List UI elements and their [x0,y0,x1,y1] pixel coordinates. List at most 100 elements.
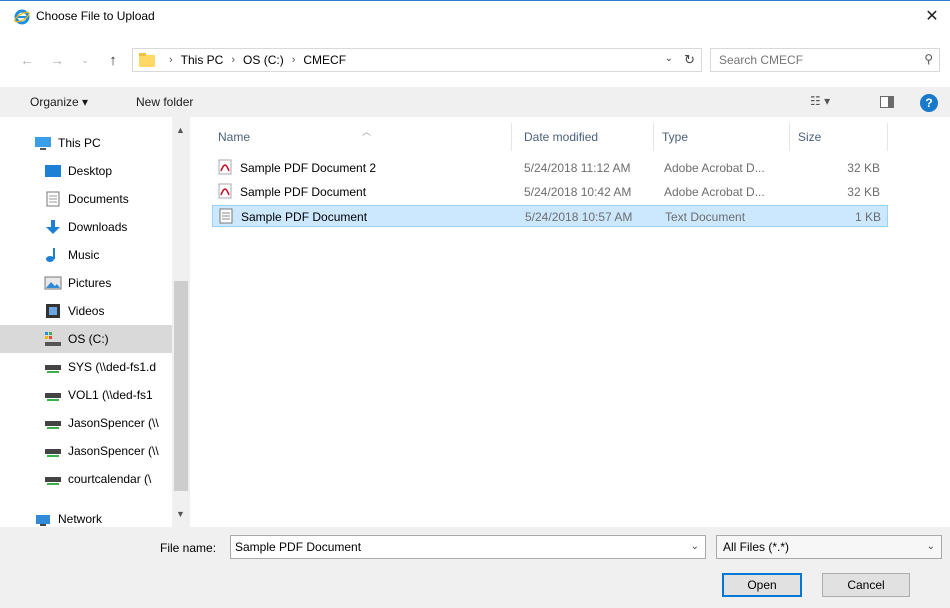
organize-button[interactable]: Organize ▾ [30,95,88,109]
breadcrumb-os-c[interactable]: OS (C:) [243,53,284,67]
nav-item-label: Pictures [68,276,112,290]
search-input[interactable] [719,52,909,68]
new-folder-button[interactable]: New folder [136,95,193,109]
nav-item-pictures[interactable]: Pictures [44,269,190,297]
nav-item-music[interactable]: Music [44,241,190,269]
file-name-input[interactable] [235,539,675,555]
nav-item-network-drive[interactable]: SYS (\\ded-fs1.d [44,353,172,381]
breadcrumb-this-pc[interactable]: This PC [181,53,224,67]
up-button[interactable]: ↑ [104,51,122,69]
navigation-pane: This PC Desktop Documents Downloads Musi… [0,117,190,527]
close-icon: ✕ [925,8,939,25]
forward-button[interactable]: → [48,51,66,69]
file-type: Adobe Acrobat D... [664,161,765,175]
nav-item-network[interactable]: Network [34,505,190,527]
network-icon [36,515,50,526]
pdf-icon [218,183,232,199]
pictures-icon [44,276,62,290]
network-drive-icon [45,393,61,401]
back-button[interactable]: ← [18,51,36,69]
chevron-down-icon: ⌄ [926,541,935,552]
nav-item-network-drive[interactable]: VOL1 (\\ded-fs1 [44,381,172,409]
nav-item-documents[interactable]: Documents [44,185,190,213]
breadcrumb-separator-icon: › [169,54,173,66]
nav-item-label: Documents [68,192,129,206]
file-row[interactable]: Sample PDF Document 5/24/2018 10:42 AM A… [212,181,888,203]
column-header-label: Date modified [524,130,599,144]
open-button[interactable]: Open [722,573,802,597]
file-date: 5/24/2018 11:12 AM [524,161,631,175]
scrollbar-thumb[interactable] [174,281,188,491]
nav-item-label: Music [68,248,100,262]
file-date: 5/24/2018 10:57 AM [525,210,633,224]
column-header-name[interactable]: Name ︿ [212,123,512,151]
column-header-type[interactable]: Type [656,123,790,151]
address-bar[interactable]: › This PC › OS (C:) › CMECF ⌄ ↻ [132,48,702,72]
nav-item-label: courtcalendar (\ [68,472,152,486]
breadcrumb-separator-icon: › [231,54,236,66]
command-bar: Organize ▾ New folder ☷ ▾ ? [0,87,950,117]
close-button[interactable]: ✕ [914,1,950,31]
column-header-date[interactable]: Date modified [518,123,654,151]
search-box[interactable]: ⚲ [710,48,940,72]
refresh-icon[interactable]: ↻ [684,52,695,68]
change-view-button[interactable]: ☷ ▾ [810,94,840,112]
internet-explorer-icon [14,9,30,25]
nav-item-label: Downloads [68,220,128,234]
file-name-combobox[interactable]: ⌄ [230,535,706,559]
network-drive-icon [45,477,61,485]
nav-item-label: Network [58,512,103,526]
scroll-down-icon[interactable]: ▼ [176,509,185,519]
search-icon[interactable]: ⚲ [924,52,933,66]
nav-item-label: This PC [58,136,101,150]
music-icon [46,248,55,262]
preview-pane-icon[interactable] [880,96,894,108]
sort-ascending-icon: ︿ [362,127,372,137]
file-type-value: All Files (*.*) [723,540,790,554]
cancel-button[interactable]: Cancel [822,573,910,597]
column-header-label: Type [662,130,689,144]
pdf-icon [218,159,232,175]
breadcrumb-cmecf[interactable]: CMECF [303,53,346,67]
recent-locations-button[interactable]: ⌄ [76,51,94,69]
nav-item-os-c[interactable]: OS (C:) [0,325,172,353]
file-row-selected[interactable]: Sample PDF Document 5/24/2018 10:57 AM T… [212,205,888,227]
file-type-select[interactable]: All Files (*.*) ⌄ [716,535,942,559]
chevron-down-icon: ⌄ [81,54,89,65]
column-header-label: Name [218,130,251,144]
file-size: 1 KB [854,210,881,224]
folder-icon [139,53,155,67]
nav-item-this-pc[interactable]: This PC [34,129,190,157]
bottom-panel: File name: ⌄ All Files (*.*) ⌄ Open Canc… [0,527,950,608]
network-drive-icon [45,421,61,429]
text-file-icon [219,208,233,224]
column-header-label: Size [798,130,822,144]
address-row: ← → ⌄ ↑ › This PC › OS (C:) › CMECF ⌄ ↻ … [0,45,950,75]
scroll-up-icon[interactable]: ▲ [176,125,185,135]
view-details-icon: ☷ ▾ [810,94,831,108]
documents-icon [46,191,60,207]
desktop-icon [45,165,61,177]
videos-icon [46,304,60,318]
help-button[interactable]: ? [920,94,938,112]
chevron-down-icon[interactable]: ⌄ [691,541,699,552]
nav-item-videos[interactable]: Videos [44,297,190,325]
address-dropdown-icon[interactable]: ⌄ [665,53,673,64]
file-row[interactable]: Sample PDF Document 2 5/24/2018 11:12 AM… [212,157,888,179]
nav-item-desktop[interactable]: Desktop [44,157,190,185]
title-bar: Choose File to Upload ✕ [0,1,950,31]
column-header-size[interactable]: Size [792,123,888,151]
nav-scrollbar[interactable]: ▲ ▼ [172,117,190,527]
window-title: Choose File to Upload [36,9,155,23]
nav-item-network-drive[interactable]: JasonSpencer (\\ [44,437,172,465]
nav-item-network-drive[interactable]: courtcalendar (\ [44,465,172,493]
nav-item-network-drive[interactable]: JasonSpencer (\\ [44,409,172,437]
forward-arrow-icon: → [50,52,64,68]
nav-item-label: Videos [68,304,105,318]
file-name-label: File name: [160,541,217,555]
file-date: 5/24/2018 10:42 AM [524,185,632,199]
nav-item-label: JasonSpencer (\\ [68,444,159,458]
file-name: Sample PDF Document [241,210,368,224]
back-arrow-icon: ← [20,52,34,68]
nav-item-downloads[interactable]: Downloads [44,213,190,241]
